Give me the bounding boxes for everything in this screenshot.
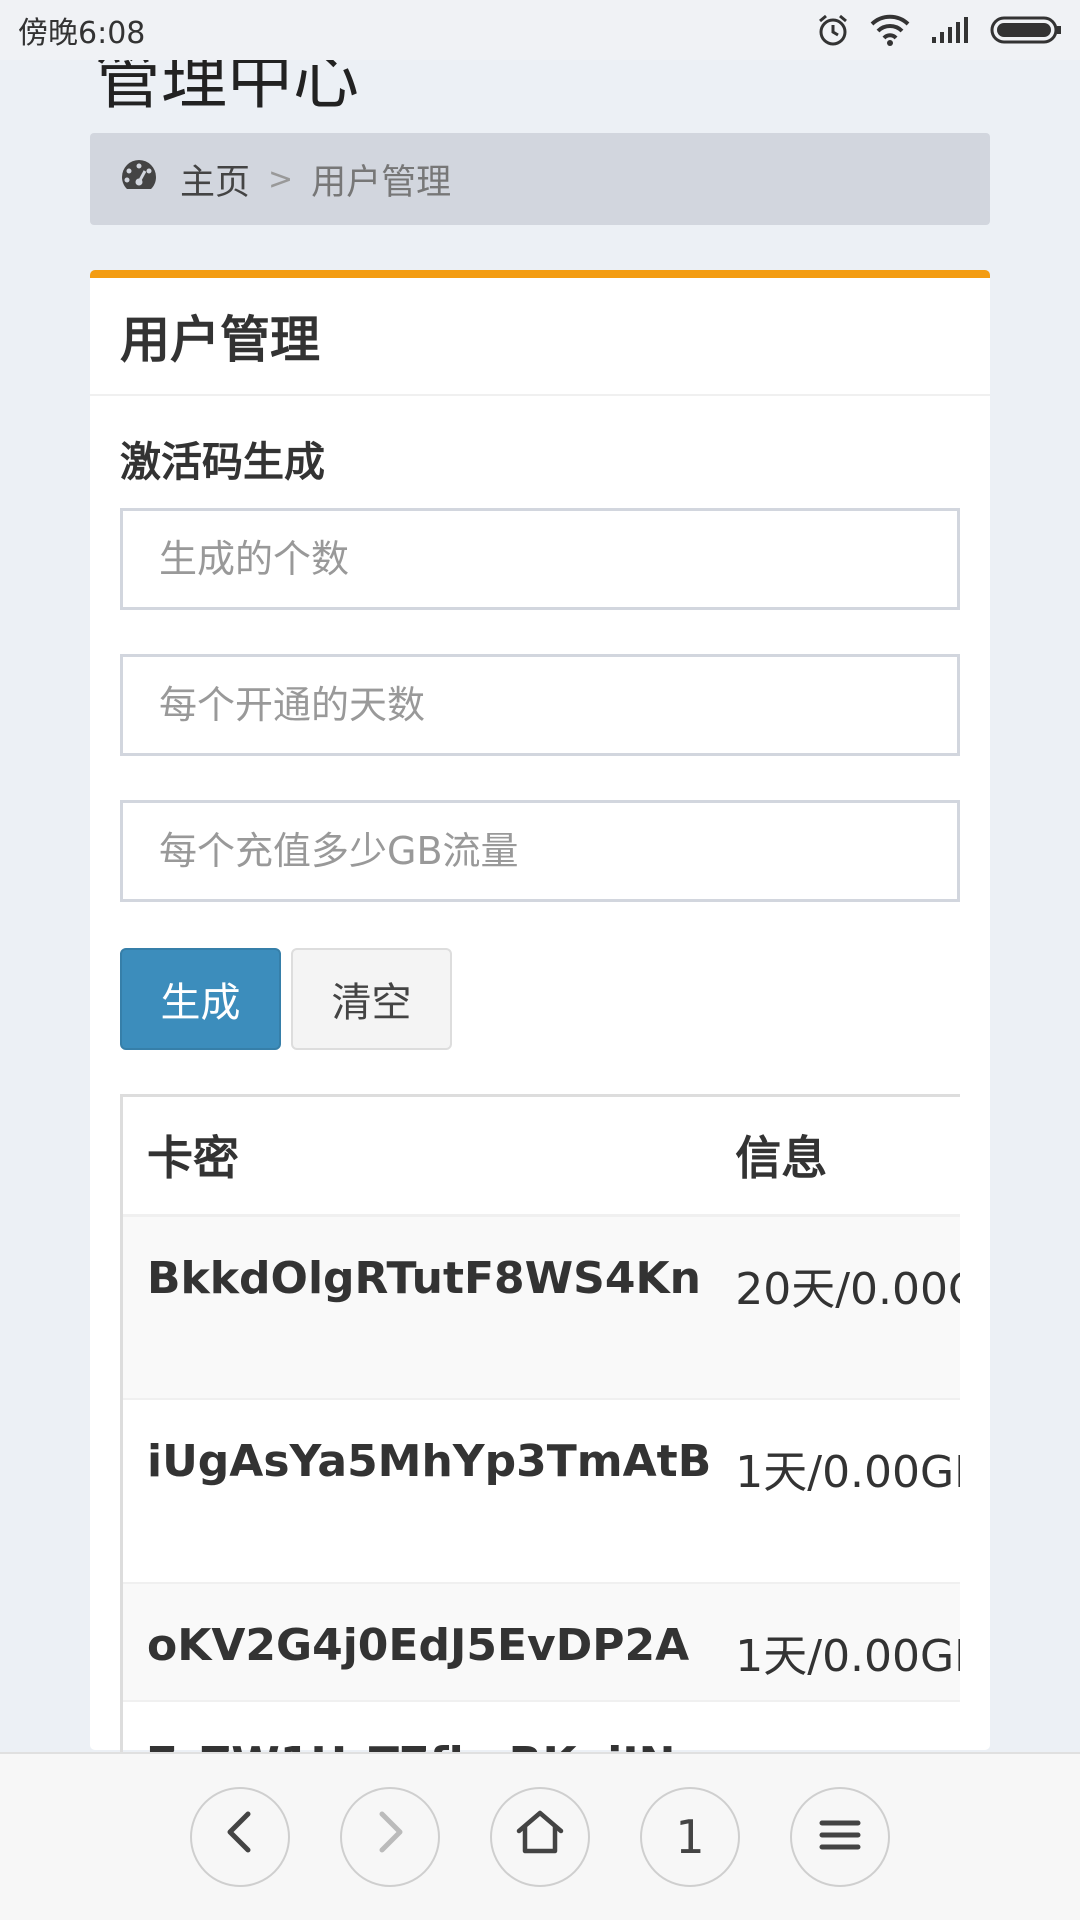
code-count-input[interactable] [120,508,960,610]
box-body: 激活码生成 生成 清空 卡密 信息 BkkdOlgRTutF8WS4Kn 20天 [90,396,990,1774]
table-header-row: 卡密 信息 [123,1097,960,1217]
tabs-count: 1 [675,1810,705,1864]
wifi-icon [870,14,910,46]
battery-icon [990,15,1062,45]
activation-code-section-label: 激活码生成 [120,438,325,486]
card-info-cell: 1天/0.00GB/ [711,1398,960,1583]
card-key-cell: iUgAsYa5MhYp3TmAtB [123,1398,712,1583]
breadcrumb-current: 用户管理 [311,162,452,203]
clear-button[interactable]: 清空 [291,948,452,1050]
back-button[interactable] [190,1787,290,1887]
breadcrumb-home-link[interactable]: 主页 [120,154,250,205]
days-per-code-input[interactable] [120,654,960,756]
signal-icon [930,15,970,45]
table-row: iUgAsYa5MhYp3TmAtB 1天/0.00GB/ [123,1398,960,1583]
home-icon [515,1809,565,1866]
table-row: oKV2G4j0EdJ5EvDP2A 1天/0.00GB/ [123,1582,960,1701]
chevron-right-icon [372,1810,408,1865]
column-header-key: 卡密 [123,1097,712,1217]
card-key-cell: oKV2G4j0EdJ5EvDP2A [123,1582,712,1701]
codes-table-scroll[interactable]: 卡密 信息 BkkdOlgRTutF8WS4Kn 20天/0.00GB iUgA… [120,1094,960,1774]
user-management-box: 用户管理 激活码生成 生成 清空 卡密 信息 BkkdOlgRTutF8WS4K… [90,270,990,1774]
breadcrumb-home-label: 主页 [180,162,251,203]
status-icons [816,13,1062,47]
forward-button[interactable] [340,1787,440,1887]
chevron-left-icon [222,1810,258,1865]
status-bar: 傍晚6:08 [0,0,1080,60]
table-row: BkkdOlgRTutF8WS4Kn 20天/0.00GB [123,1214,960,1399]
tabs-button[interactable]: 1 [640,1787,740,1887]
status-time: 傍晚6:08 [18,16,146,51]
browser-bottom-bar: 1 [0,1752,1080,1920]
card-key-cell: BkkdOlgRTutF8WS4Kn [123,1214,712,1399]
home-button[interactable] [490,1787,590,1887]
card-info-cell: 1天/0.00GB/ [711,1582,960,1701]
traffic-gb-input[interactable] [120,800,960,902]
menu-icon [818,1810,862,1864]
generate-button[interactable]: 生成 [120,948,281,1050]
menu-button[interactable] [790,1787,890,1887]
breadcrumb-separator: > [268,161,294,197]
box-title: 用户管理 [120,311,320,369]
codes-table: 卡密 信息 BkkdOlgRTutF8WS4Kn 20天/0.00GB iUgA… [123,1097,960,1774]
alarm-icon [816,13,850,47]
dashboard-icon [120,158,158,201]
button-row: 生成 清空 [120,948,960,1050]
box-header: 用户管理 [90,278,990,396]
column-header-info: 信息 [711,1097,960,1217]
breadcrumb: 主页 > 用户管理 [90,133,990,225]
card-info-cell: 20天/0.00GB [711,1214,960,1399]
